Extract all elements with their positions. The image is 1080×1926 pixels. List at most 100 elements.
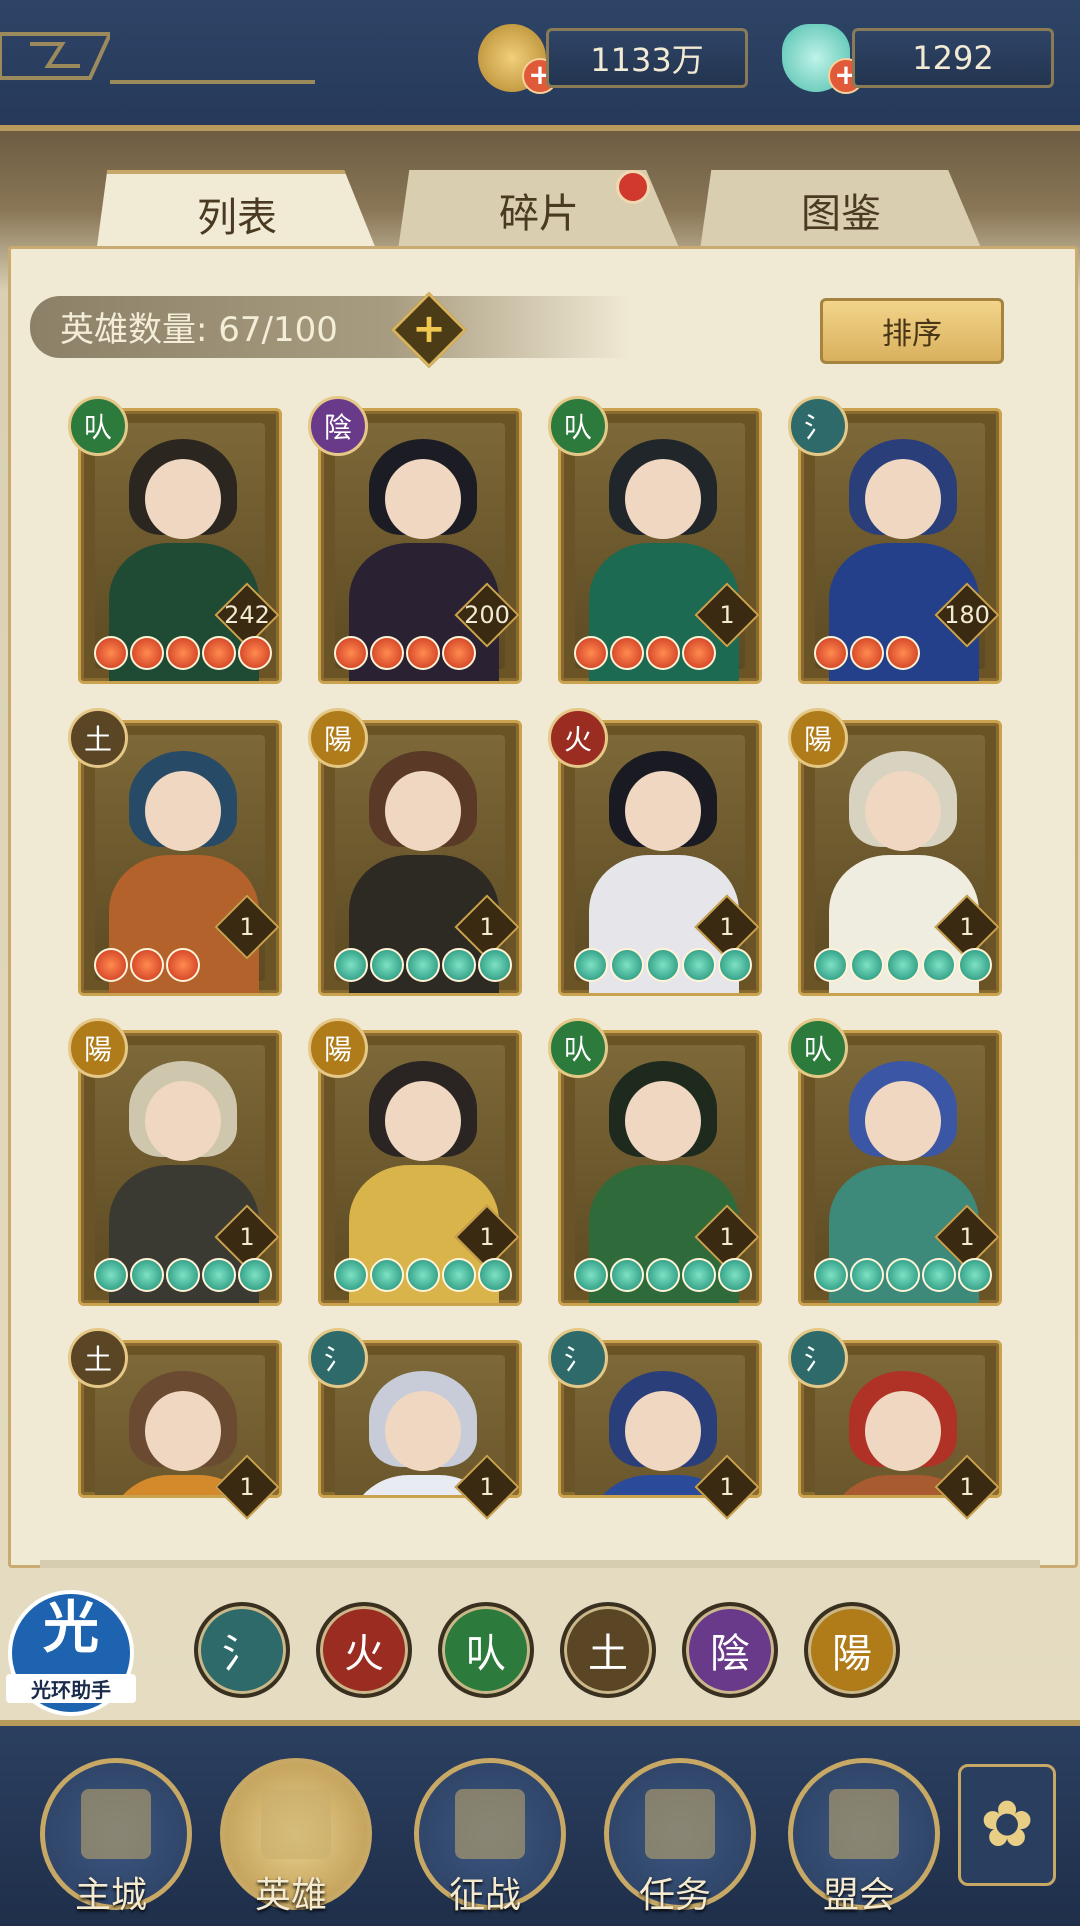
star-icon [334, 636, 368, 670]
menu-logo-icon[interactable] [0, 28, 110, 84]
helper-app-badge[interactable]: 光 光环助手 [6, 1590, 136, 1716]
star-icon [478, 948, 512, 982]
hero-level-value: 1 [479, 913, 495, 941]
star-icon [130, 636, 164, 670]
hero-star-row [814, 948, 992, 982]
star-icon [646, 1258, 680, 1292]
hero-level-value: 1 [239, 1223, 255, 1251]
star-icon [370, 1258, 404, 1292]
hero-face [145, 1081, 221, 1161]
star-icon [610, 636, 644, 670]
quest-scroll-icon [645, 1789, 715, 1859]
star-icon [574, 1258, 608, 1292]
element-badge-icon: 陰 [308, 396, 368, 456]
star-icon [202, 1258, 236, 1292]
hero-level-value: 1 [959, 913, 975, 941]
hero-face [625, 1081, 701, 1161]
tab-list[interactable]: 列表 [96, 170, 378, 254]
sort-button[interactable]: 排序 [820, 298, 1004, 364]
hero-face [385, 459, 461, 539]
star-icon [886, 948, 920, 982]
star-icon [334, 1258, 368, 1292]
hero-level-value: 1 [479, 1473, 495, 1501]
star-icon [370, 948, 404, 982]
star-icon [574, 948, 608, 982]
star-icon [202, 636, 236, 670]
star-icon [130, 948, 164, 982]
star-icon [478, 1258, 512, 1292]
star-icon [574, 636, 608, 670]
nav-label: 任务 [638, 1875, 711, 1916]
hero-star-row [334, 948, 512, 982]
tab-fragments-label: 碎片 [499, 191, 579, 237]
star-icon [850, 636, 884, 670]
hero-face [625, 459, 701, 539]
scroll-edge [40, 1560, 1040, 1568]
star-icon [682, 636, 716, 670]
filter-water-button[interactable]: 氵 [194, 1602, 290, 1698]
notification-dot [616, 170, 650, 204]
star-icon [814, 948, 848, 982]
hero-face [865, 1391, 941, 1471]
star-icon [442, 636, 476, 670]
battle-icon [455, 1789, 525, 1859]
hero-face [625, 1391, 701, 1471]
hero-level-value: 242 [224, 601, 270, 629]
hero-star-row [94, 948, 200, 982]
element-badge-icon: 氵 [788, 396, 848, 456]
hero-face [145, 1391, 221, 1471]
guild-gate-icon [829, 1789, 899, 1859]
element-badge-icon: 㕥 [68, 396, 128, 456]
helper-label: 光环助手 [6, 1674, 136, 1703]
element-badge-icon: 氵 [548, 1328, 608, 1388]
hero-count: 英雄数量: 67/100 [60, 310, 338, 350]
star-icon [406, 636, 440, 670]
element-badge-icon: 土 [68, 708, 128, 768]
star-icon [958, 1258, 992, 1292]
helper-glyph: 光 [43, 1596, 99, 1661]
gem-balance: 1292 [852, 28, 1054, 88]
hero-face [145, 771, 221, 851]
more-menu-button[interactable]: ✿ [958, 1764, 1056, 1886]
filter-wood-button[interactable]: 㕥 [438, 1602, 534, 1698]
star-icon [646, 636, 680, 670]
hero-face [865, 771, 941, 851]
hero-level-value: 1 [719, 1223, 735, 1251]
tab-codex-label: 图鉴 [801, 191, 881, 237]
star-icon [610, 948, 644, 982]
element-badge-icon: 㕥 [548, 1018, 608, 1078]
hero-star-row [94, 1258, 272, 1292]
star-icon [718, 1258, 752, 1292]
star-icon [370, 636, 404, 670]
hero-face [385, 771, 461, 851]
star-icon [814, 636, 848, 670]
hero-star-row [94, 636, 272, 670]
flower-menu-icon: ✿ [980, 1788, 1034, 1862]
hero-star-row [334, 1258, 512, 1292]
star-icon [610, 1258, 644, 1292]
star-icon [682, 1258, 716, 1292]
star-icon [166, 636, 200, 670]
tab-list-label: 列表 [197, 195, 277, 241]
star-icon [94, 1258, 128, 1292]
hero-star-row [574, 1258, 752, 1292]
filter-fire-button[interactable]: 火 [316, 1602, 412, 1698]
tab-codex[interactable]: 图鉴 [700, 170, 982, 250]
hero-level-value: 1 [959, 1223, 975, 1251]
plus-icon: + [412, 306, 446, 352]
hero-portrait-icon [261, 1789, 331, 1859]
gem-amount: 1292 [912, 39, 994, 77]
hero-level-value: 1 [479, 1223, 495, 1251]
filter-earth-button[interactable]: 土 [560, 1602, 656, 1698]
filter-yang-button[interactable]: 陽 [804, 1602, 900, 1698]
nav-label: 征战 [448, 1875, 521, 1916]
hero-face [625, 771, 701, 851]
nav-label: 盟会 [822, 1875, 895, 1916]
filter-yin-button[interactable]: 陰 [682, 1602, 778, 1698]
star-icon [166, 1258, 200, 1292]
element-badge-icon: 㕥 [788, 1018, 848, 1078]
element-badge-icon: 陽 [308, 1018, 368, 1078]
hero-level-value: 200 [464, 601, 510, 629]
star-icon [94, 948, 128, 982]
star-icon [442, 1258, 476, 1292]
